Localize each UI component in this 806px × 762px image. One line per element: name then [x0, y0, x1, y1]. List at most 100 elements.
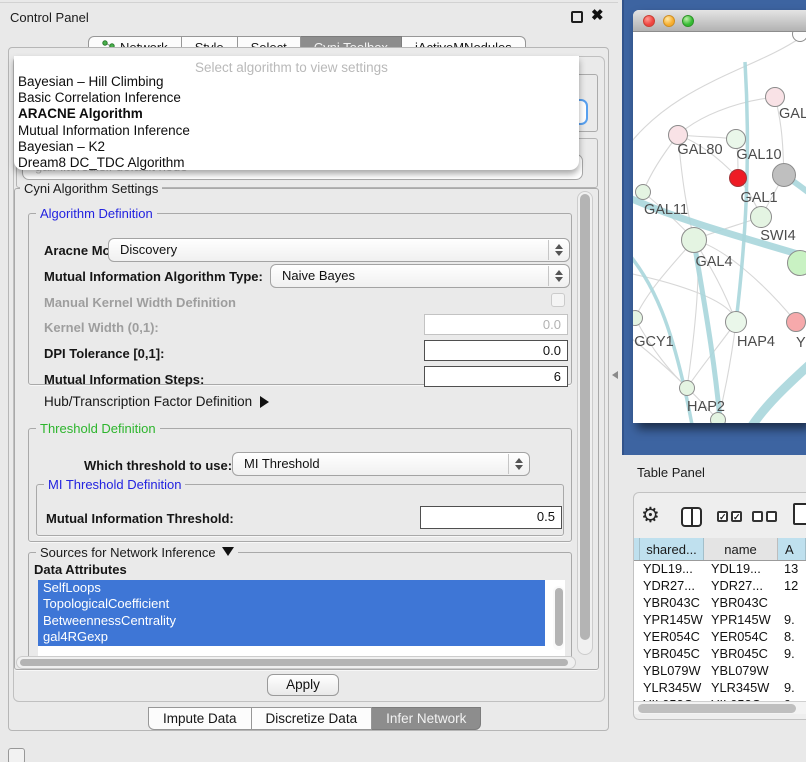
network-canvas[interactable]: GAL GAL80 GAL10 GAL11 GAL1 SWI4 GAL4 GCY…: [633, 32, 806, 423]
column-header-cut[interactable]: A: [778, 538, 806, 560]
attribute-item-selected[interactable]: gal4RGexp: [38, 629, 545, 645]
table-row[interactable]: YLR345WYLR345W9.: [634, 680, 806, 697]
tab-impute-data[interactable]: Impute Data: [148, 707, 252, 730]
cyni-bottom-tabbar: Impute Data Discretize Data Infer Networ…: [148, 707, 481, 730]
splitter-collapse-handle[interactable]: [612, 371, 618, 379]
close-window-icon[interactable]: [643, 15, 655, 27]
tab-infer-network[interactable]: Infer Network: [372, 707, 481, 730]
table-row[interactable]: YDL19...YDL19...13: [634, 561, 806, 578]
attributes-scroll-thumb[interactable]: [555, 588, 563, 646]
data-attributes-list: SelfLoops TopologicalCoefficient Between…: [38, 580, 565, 656]
node-hap2-circle[interactable]: [679, 380, 695, 396]
node-label-gal80: GAL80: [675, 142, 725, 158]
network-window-titlebar[interactable]: [633, 10, 806, 32]
which-threshold-combobox[interactable]: MI Threshold: [232, 452, 530, 476]
algorithm-option[interactable]: Bayesian – K2: [17, 139, 576, 155]
attributes-scrollbar[interactable]: [553, 586, 564, 650]
float-panel-icon[interactable]: [571, 11, 583, 23]
attribute-item-selected[interactable]: BetweennessCentrality: [38, 613, 545, 629]
node-label-hap2: HAP2: [683, 399, 729, 415]
table-row[interactable]: YBR043CYBR043C: [634, 595, 806, 612]
node-label-gal4: GAL4: [691, 254, 737, 270]
table-row[interactable]: YBL079WYBL079W: [634, 663, 806, 680]
algorithm-option-highlighted[interactable]: ARACNE Algorithm: [17, 106, 576, 122]
algorithm-option[interactable]: Dream8 DC_TDC Algorithm: [17, 155, 576, 171]
kernel-width-label: Kernel Width (0,1):: [44, 320, 159, 335]
select-all-columns-icon[interactable]: ✓✓: [717, 511, 742, 522]
manual-kernel-checkbox[interactable]: [551, 293, 565, 307]
apply-button[interactable]: Apply: [267, 674, 339, 696]
algorithm-dropdown-popup: Select algorithm to view settings Bayesi…: [14, 56, 579, 170]
kernel-width-field[interactable]: 0.0: [424, 314, 568, 335]
dpi-tolerance-field[interactable]: 0.0: [424, 340, 568, 361]
cyni-settings-title: Cyni Algorithm Settings: [20, 181, 162, 196]
gear-icon[interactable]: ⚙: [641, 503, 660, 528]
column-header-shared[interactable]: shared...: [640, 538, 704, 560]
column-header-name[interactable]: name: [704, 538, 778, 560]
settings-horizontal-scrollbar[interactable]: [16, 656, 576, 669]
algorithm-definition-title: Algorithm Definition: [36, 206, 157, 221]
node-green-circle[interactable]: [787, 250, 806, 276]
export-table-icon[interactable]: [793, 503, 806, 525]
node-label-gcy1: GCY1: [633, 334, 677, 350]
table-header-row: shared... name A: [634, 538, 806, 561]
combo-stepper-icon: [508, 454, 528, 474]
mi-type-label: Mutual Information Algorithm Type:: [44, 269, 263, 284]
application-window: Control Panel ✖ Network Style Select Cyn…: [0, 0, 806, 762]
mi-type-combobox[interactable]: Naive Bayes: [270, 264, 570, 288]
mi-threshold-field[interactable]: 0.5: [420, 506, 562, 529]
mi-threshold-group-title: MI Threshold Definition: [44, 477, 185, 492]
panel-corner-icon[interactable]: [8, 748, 25, 762]
threshold-definition-title: Threshold Definition: [36, 421, 160, 436]
node-gray-circle[interactable]: [772, 163, 796, 187]
node-salmon-circle[interactable]: [786, 312, 806, 332]
node-label-swi4: SWI4: [755, 228, 801, 244]
settings-vertical-scrollbar[interactable]: [577, 191, 593, 655]
table-row[interactable]: YBR045CYBR045C9.: [634, 646, 806, 663]
zoom-window-icon[interactable]: [682, 15, 694, 27]
sources-title[interactable]: Sources for Network Inference: [36, 545, 238, 560]
network-view-window: GAL GAL80 GAL10 GAL11 GAL1 SWI4 GAL4 GCY…: [633, 10, 806, 423]
node-table: shared... name A YDL19...YDL19...13 YDR2…: [634, 538, 806, 707]
mi-steps-label: Mutual Information Steps:: [44, 372, 204, 387]
algorithm-option[interactable]: Basic Correlation Inference: [17, 90, 576, 106]
table-horizontal-scrollbar[interactable]: [634, 701, 806, 714]
node-gal4-circle[interactable]: [681, 227, 707, 253]
node-gal11-circle[interactable]: [635, 184, 651, 200]
manual-kernel-label: Manual Kernel Width Definition: [44, 295, 236, 310]
combo-stepper-icon: [548, 266, 568, 286]
algorithm-option[interactable]: Bayesian – Hill Climbing: [17, 74, 576, 90]
algorithm-list: Bayesian – Hill Climbing Basic Correlati…: [17, 74, 576, 171]
expander-expanded-icon: [222, 547, 234, 556]
deselect-all-columns-icon[interactable]: [752, 511, 777, 522]
node-hap4-circle[interactable]: [725, 311, 747, 333]
column-view-icon[interactable]: [681, 507, 702, 527]
combo-stepper-icon: [548, 240, 568, 260]
table-row[interactable]: YER054CYER054C8.: [634, 629, 806, 646]
mi-steps-field[interactable]: 6: [424, 366, 568, 387]
dpi-tolerance-label: DPI Tolerance [0,1]:: [44, 346, 164, 361]
attribute-item-selected[interactable]: SelfLoops: [38, 580, 545, 596]
node-label-hap4: HAP4: [733, 334, 779, 350]
table-row[interactable]: YPR145WYPR145W9.: [634, 612, 806, 629]
node-gal1-circle[interactable]: [750, 206, 772, 228]
aracne-mode-combobox[interactable]: Discovery: [108, 238, 570, 262]
tab-discretize-data[interactable]: Discretize Data: [252, 707, 373, 730]
algorithm-option[interactable]: Mutual Information Inference: [17, 123, 576, 139]
hub-factor-expander[interactable]: Hub/Transcription Factor Definition: [44, 394, 269, 409]
close-panel-icon[interactable]: ✖: [591, 6, 604, 24]
settings-hscroll-thumb[interactable]: [20, 659, 568, 666]
expander-collapsed-icon: [260, 396, 269, 408]
mi-threshold-label: Mutual Information Threshold:: [46, 511, 234, 526]
node-gal10-circle[interactable]: [726, 129, 746, 149]
minimize-window-icon[interactable]: [663, 15, 675, 27]
node-circle[interactable]: [765, 87, 785, 107]
table-hscroll-thumb[interactable]: [638, 704, 796, 713]
control-panel-title: Control Panel: [10, 10, 89, 25]
attribute-item-selected[interactable]: TopologicalCoefficient: [38, 596, 545, 612]
data-attributes-label: Data Attributes: [34, 562, 127, 577]
settings-vscroll-thumb[interactable]: [580, 194, 590, 640]
table-row[interactable]: YDR27...YDR27...12: [634, 578, 806, 595]
node-selected-red-circle[interactable]: [729, 169, 747, 187]
dropdown-placeholder: Select algorithm to view settings: [195, 60, 388, 75]
